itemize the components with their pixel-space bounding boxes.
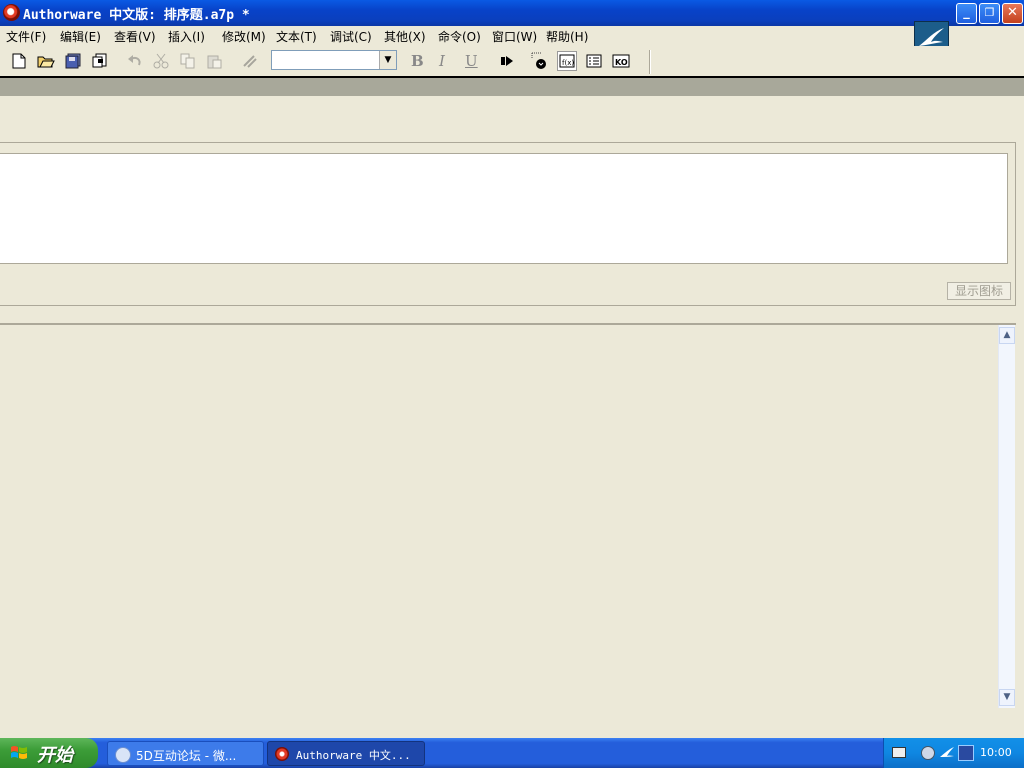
windows-flag-icon (11, 746, 27, 759)
chevron-down-icon[interactable]: ▼ (379, 51, 396, 69)
authorware-app-icon[interactable] (3, 4, 20, 21)
menu-edit[interactable]: 编辑(E) (60, 28, 101, 45)
import-icon[interactable] (90, 51, 110, 71)
menu-view[interactable]: 查看(V) (114, 28, 156, 45)
open-icon[interactable] (36, 51, 56, 71)
toolbar-separator (649, 50, 651, 74)
scroll-up-button[interactable]: ▲ (999, 327, 1015, 344)
undo-icon[interactable] (125, 51, 145, 71)
menu-insert[interactable]: 插入(I) (168, 28, 205, 45)
start-label: 开始 (37, 745, 73, 766)
menu-bar: 文件(F) 编辑(E) 查看(V) 插入(I) 修改(M) 文本(T) 调试(C… (0, 26, 1024, 46)
run-icon[interactable] (497, 51, 517, 71)
paste-icon[interactable] (205, 51, 225, 71)
svg-text:KO: KO (615, 58, 628, 67)
preview-area[interactable] (0, 153, 1008, 264)
italic-button[interactable]: I (439, 52, 445, 70)
task-label: 5D互动论坛 - 微... (136, 749, 237, 763)
flowline-panel[interactable] (0, 323, 1016, 710)
menu-xtras[interactable]: 其他(X) (384, 28, 426, 45)
knowledge-objects-icon[interactable]: KO (611, 51, 631, 71)
vertical-scrollbar[interactable]: ▲ ▼ (998, 325, 1015, 708)
expand-tray-icon[interactable] (921, 746, 935, 760)
bold-button[interactable]: B (411, 52, 424, 70)
start-button[interactable]: 开始 (0, 738, 98, 768)
window-title: Authorware 中文版: 排序题.a7p * (23, 8, 250, 23)
underline-button[interactable]: U (465, 52, 478, 70)
copy-icon[interactable] (178, 51, 198, 71)
close-button[interactable]: ✕ (1002, 3, 1023, 24)
menu-file[interactable]: 文件(F) (6, 28, 46, 45)
restore-button[interactable]: ❐ (979, 3, 1000, 24)
network-icon[interactable] (958, 745, 974, 761)
menu-commands[interactable]: 命令(O) (438, 28, 481, 45)
clock[interactable]: 10:00 (980, 746, 1012, 759)
show-icon-button[interactable]: 显示图标 (947, 282, 1011, 300)
task-label: Authorware 中文... (296, 749, 411, 762)
keyboard-icon[interactable] (892, 747, 906, 758)
title-bar[interactable]: Authorware 中文版: 排序题.a7p * _ ❐ ✕ (0, 0, 1024, 26)
variables-icon[interactable] (584, 51, 604, 71)
font-select[interactable]: ▼ (271, 50, 397, 70)
menu-window[interactable]: 窗口(W) (492, 28, 537, 45)
menu-debug[interactable]: 调试(C) (330, 28, 372, 45)
authorware-tray-icon[interactable] (939, 746, 955, 760)
find-icon[interactable] (240, 51, 260, 71)
svg-text:f(x): f(x) (562, 59, 574, 67)
save-all-icon[interactable] (64, 51, 84, 71)
browser-icon (115, 747, 131, 763)
menu-text[interactable]: 文本(T) (276, 28, 317, 45)
toolbar: ▼ B I U f(x) KO (0, 46, 1024, 76)
cut-icon[interactable] (151, 51, 171, 71)
taskbar-task-browser[interactable]: 5D互动论坛 - 微... (107, 741, 264, 766)
functions-icon[interactable]: f(x) (557, 51, 577, 71)
menu-modify[interactable]: 修改(M) (222, 28, 266, 45)
menu-help[interactable]: 帮助(H) (546, 28, 588, 45)
control-panel-icon[interactable] (530, 51, 550, 71)
authorware-icon (275, 747, 289, 761)
scroll-down-button[interactable]: ▼ (999, 689, 1015, 706)
new-file-icon[interactable] (9, 51, 29, 71)
window-frame-band (0, 78, 1024, 96)
minimize-button[interactable]: _ (956, 3, 977, 24)
taskbar-task-authorware[interactable]: Authorware 中文... (267, 741, 425, 766)
